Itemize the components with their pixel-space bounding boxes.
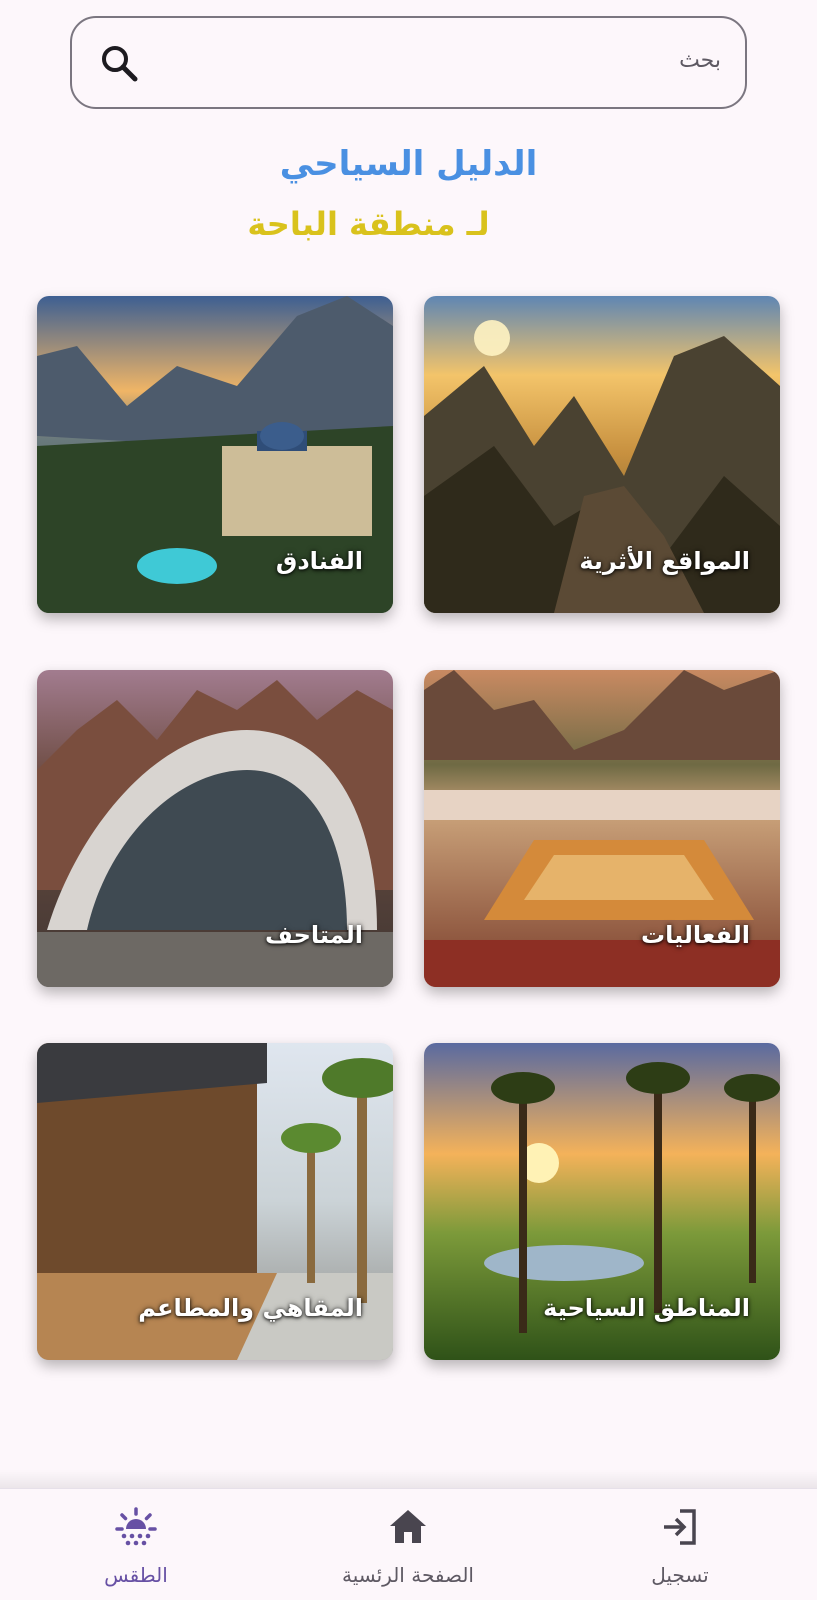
page-subtitle: لـ منطقة الباحة xyxy=(247,205,490,243)
nav-label-login: تسجيل xyxy=(651,1563,709,1587)
card-label: الفعاليات xyxy=(640,921,750,949)
card-tourist-areas[interactable]: المناطق السياحية xyxy=(424,1043,780,1360)
search-bar[interactable]: بحث xyxy=(70,16,747,109)
card-museums[interactable]: المتاحف xyxy=(37,670,393,987)
card-label: المواقع الأثرية xyxy=(579,547,750,575)
nav-item-weather[interactable]: الطقس xyxy=(36,1489,236,1600)
card-label: المناطق السياحية xyxy=(543,1294,750,1322)
login-icon xyxy=(664,1509,696,1545)
nav-label-weather: الطقس xyxy=(104,1563,168,1587)
nav-item-home[interactable]: الصفحة الرئسية xyxy=(308,1489,508,1600)
card-events[interactable]: الفعاليات xyxy=(424,670,780,987)
card-hotels[interactable]: الفنادق xyxy=(37,296,393,613)
card-archaeological-sites[interactable]: المواقع الأثرية xyxy=(424,296,780,613)
search-input[interactable]: بحث xyxy=(679,48,721,73)
card-label: المتاحف xyxy=(264,921,363,949)
sun-icon xyxy=(115,1507,157,1546)
nav-label-home: الصفحة الرئسية xyxy=(342,1563,474,1587)
search-icon[interactable] xyxy=(98,42,142,86)
card-label: المقاهي والمطاعم xyxy=(138,1294,363,1322)
card-label: الفنادق xyxy=(275,547,363,575)
home-icon xyxy=(390,1510,426,1543)
nav-divider-shadow xyxy=(0,1470,817,1490)
card-cafes-restaurants[interactable]: المقاهي والمطاعم xyxy=(37,1043,393,1360)
page-title: الدليل السياحي xyxy=(279,144,538,184)
bottom-navigation: تسجيل الصفحة الرئسية الطقس xyxy=(0,1488,817,1600)
nav-item-login[interactable]: تسجيل xyxy=(580,1489,780,1600)
